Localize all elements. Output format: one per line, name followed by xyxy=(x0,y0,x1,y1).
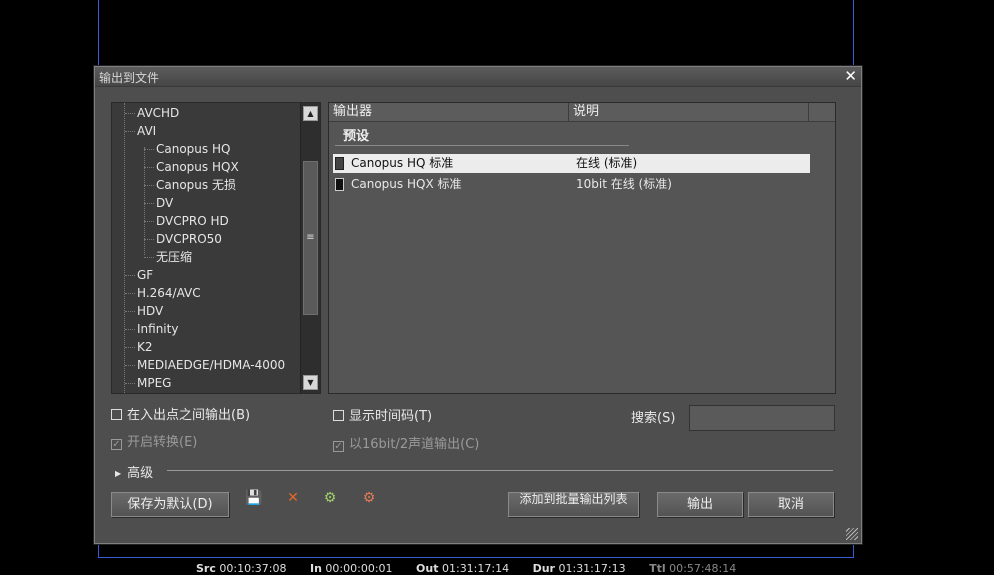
scroll-up-arrow-icon[interactable]: ▲ xyxy=(303,106,318,121)
tree-item[interactable]: HDV xyxy=(124,302,163,320)
enable-conversion-checkbox[interactable]: ✓ 开启转换(E) xyxy=(111,431,197,450)
search-label: 搜索(S) xyxy=(631,411,676,426)
dialog-titlebar[interactable]: 输出到文件 ✕ xyxy=(95,67,861,87)
in-timecode: In 00:00:00:01 xyxy=(309,562,393,575)
dur-timecode: Dur 01:31:17:13 xyxy=(532,562,626,575)
export-button[interactable]: 输出 xyxy=(657,492,743,517)
expand-arrow-icon: ▶ xyxy=(115,469,122,478)
show-timecode-checkbox[interactable]: 显示时间码(T) xyxy=(333,405,432,424)
tree-item[interactable]: MPEG xyxy=(124,374,171,392)
checkbox-box[interactable] xyxy=(111,409,122,420)
resize-grip-icon[interactable] xyxy=(846,528,858,540)
exporter-description: 10bit 在线 (标准) xyxy=(576,177,672,191)
tree-item[interactable]: Canopus HQX xyxy=(144,158,239,176)
film-strip-icon xyxy=(335,157,344,170)
tree-item[interactable]: DVCPRO HD xyxy=(144,212,229,230)
timecode-status-bar: Src 00:10:37:08 In 00:00:00:01 Out 01:31… xyxy=(196,562,756,575)
tree-item[interactable]: K2 xyxy=(125,338,153,356)
tree-guide-line xyxy=(124,103,125,393)
preset-group-label: 预设 xyxy=(343,129,370,144)
advanced-divider xyxy=(167,470,833,471)
film-strip-icon xyxy=(335,178,344,191)
between-in-out-checkbox[interactable]: 在入出点之间输出(B) xyxy=(111,404,250,423)
tree-item[interactable]: DV xyxy=(143,194,173,212)
src-timecode: Src 00:10:37:08 xyxy=(196,562,287,575)
advanced-expander[interactable]: ▶ 高级 xyxy=(115,462,153,481)
export-preset-icon[interactable]: ⚙ xyxy=(360,489,378,507)
column-header-description[interactable]: 说明 xyxy=(569,103,809,121)
cancel-button[interactable]: 取消 xyxy=(748,492,834,517)
checkbox-label: 在入出点之间输出(B) xyxy=(127,408,251,423)
checkbox-label: 以16bit/2声道输出(C) xyxy=(349,437,480,452)
tree-item[interactable]: 无压缩 xyxy=(143,248,192,266)
search-input[interactable] xyxy=(689,405,835,431)
tree-item[interactable]: GF xyxy=(124,266,153,284)
exporter-name: Canopus HQ 标准 xyxy=(351,156,454,170)
save-icon[interactable]: 💾 xyxy=(245,489,263,507)
tree-scrollbar[interactable]: ▲ ≡ ▼ xyxy=(300,103,320,393)
list-header: 输出器 说明 xyxy=(329,103,835,122)
dialog-title: 输出到文件 xyxy=(99,71,160,85)
advanced-label: 高级 xyxy=(127,466,154,481)
tree-item[interactable]: H.264/AVC xyxy=(125,284,201,302)
tree-item[interactable]: Infinity xyxy=(124,320,178,338)
checkbox-box[interactable]: ✓ xyxy=(333,441,344,452)
checkbox-label: 开启转换(E) xyxy=(127,435,198,450)
exporter-description: 在线 (标准) xyxy=(576,156,638,170)
save-as-default-button[interactable]: 保存为默认(D) xyxy=(111,492,229,517)
tree-item[interactable]: MEDIAEDGE/HDMA-4000 xyxy=(124,356,285,374)
output-16bit-checkbox[interactable]: ✓ 以16bit/2声道输出(C) xyxy=(333,433,479,452)
tree-item[interactable]: AVCHD xyxy=(124,104,179,122)
close-icon[interactable]: ✕ xyxy=(844,67,857,85)
exporter-row[interactable]: Canopus HQX 标准 10bit 在线 (标准) xyxy=(333,175,810,194)
tree-item[interactable]: Canopus HQ xyxy=(143,140,230,158)
exporter-row[interactable]: Canopus HQ 标准 在线 (标准) xyxy=(333,154,810,173)
format-tree[interactable]: AVCHD AVI Canopus HQ Canopus HQX Canopus 无损 D… xyxy=(111,102,321,394)
exporter-list[interactable]: 输出器 说明 预设 Canopus HQ 标准 在线 (标准) Canopus … xyxy=(328,102,836,394)
checkbox-box[interactable] xyxy=(333,410,344,421)
import-preset-icon[interactable]: ⚙ xyxy=(321,489,339,507)
delete-icon[interactable]: ✕ xyxy=(284,489,302,507)
export-to-file-dialog: 输出到文件 ✕ AVCHD AVI Canopus HQ Canopus HQX Can… xyxy=(94,66,862,544)
out-timecode: Out 01:31:17:14 xyxy=(416,562,510,575)
tree-item[interactable]: Canopus 无损 xyxy=(144,176,236,194)
checkbox-box[interactable]: ✓ xyxy=(111,439,122,450)
ttl-timecode: Ttl 00:57:48:14 xyxy=(649,562,737,575)
group-divider xyxy=(335,145,629,146)
scroll-down-arrow-icon[interactable]: ▼ xyxy=(303,375,318,390)
exporter-name: Canopus HQX 标准 xyxy=(351,177,462,191)
tree-item[interactable]: AVI xyxy=(124,122,156,140)
tree-item[interactable]: DVCPRO50 xyxy=(144,230,222,248)
column-header-exporter[interactable]: 输出器 xyxy=(329,103,569,121)
checkbox-label: 显示时间码(T) xyxy=(349,409,433,424)
add-to-batch-button[interactable]: 添加到批量输出列表 xyxy=(508,492,639,517)
scroll-thumb[interactable]: ≡ xyxy=(303,161,318,315)
